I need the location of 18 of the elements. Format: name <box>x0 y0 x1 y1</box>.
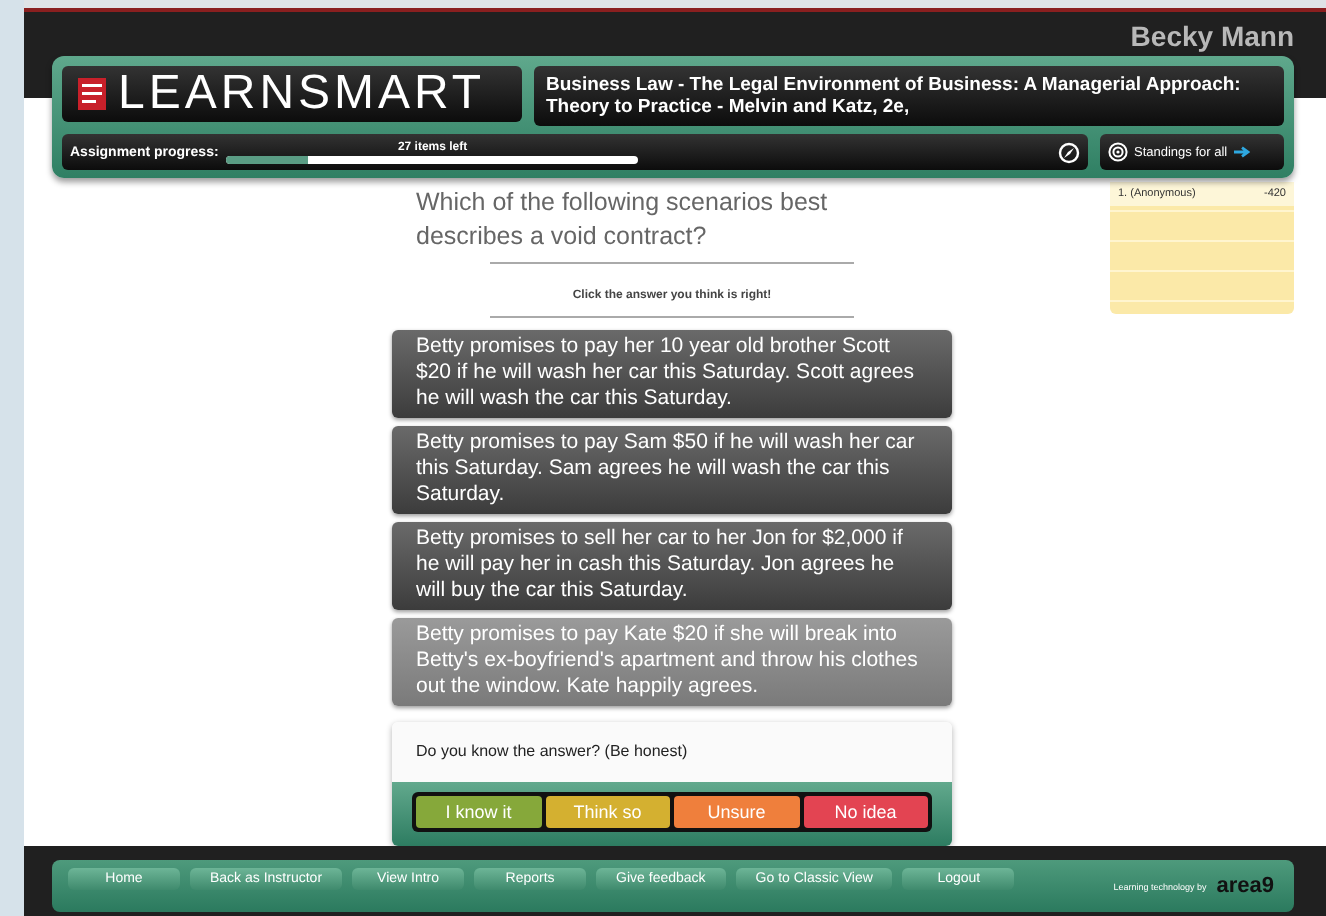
arrow-right-icon <box>1233 146 1250 158</box>
user-name: Becky Mann <box>1130 20 1294 52</box>
logo-text: LEARNSMART <box>118 66 486 122</box>
question-text: Which of the following scenarios best describes a void contract? <box>414 186 830 254</box>
publisher-logo-icon <box>78 78 106 110</box>
course-title: Business Law - The Legal Environment of Business: A Managerial Approach: Theory to Practice - Melvin and Katz, 2e, <box>534 66 1284 126</box>
answer-option[interactable]: Betty promises to sell her car to her Jon for $2,000 if he will pay her in cash this Saturday. Jon agrees he will buy the car this Saturday. <box>392 522 952 610</box>
confidence-prompt: Do you know the answer? (Be honest) <box>392 722 952 782</box>
target-icon <box>1108 142 1128 162</box>
confidence-button[interactable]: Unsure <box>674 796 799 828</box>
confidence-button[interactable]: Think so <box>545 796 670 828</box>
brand-logo: area9 <box>1216 874 1274 898</box>
answer-option[interactable]: Betty promises to pay her 10 year old brother Scott $20 if he will wash her car this Saturday. Scott agrees he will wash the car this Saturday. <box>392 330 952 418</box>
answer-option[interactable]: Betty promises to pay Kate $20 if she will break into Betty's ex-boyfriend's apartment and throw his clothes out the window. Kate happily agrees. <box>392 618 952 706</box>
confidence-button[interactable]: I know it <box>416 796 541 828</box>
compass-icon[interactable] <box>1058 141 1080 163</box>
confidence-button[interactable]: No idea <box>803 796 928 828</box>
answer-option[interactable]: Betty promises to pay Sam $50 if he will wash her car this Saturday. Sam agrees he will wash the car this Saturday. <box>392 426 952 514</box>
